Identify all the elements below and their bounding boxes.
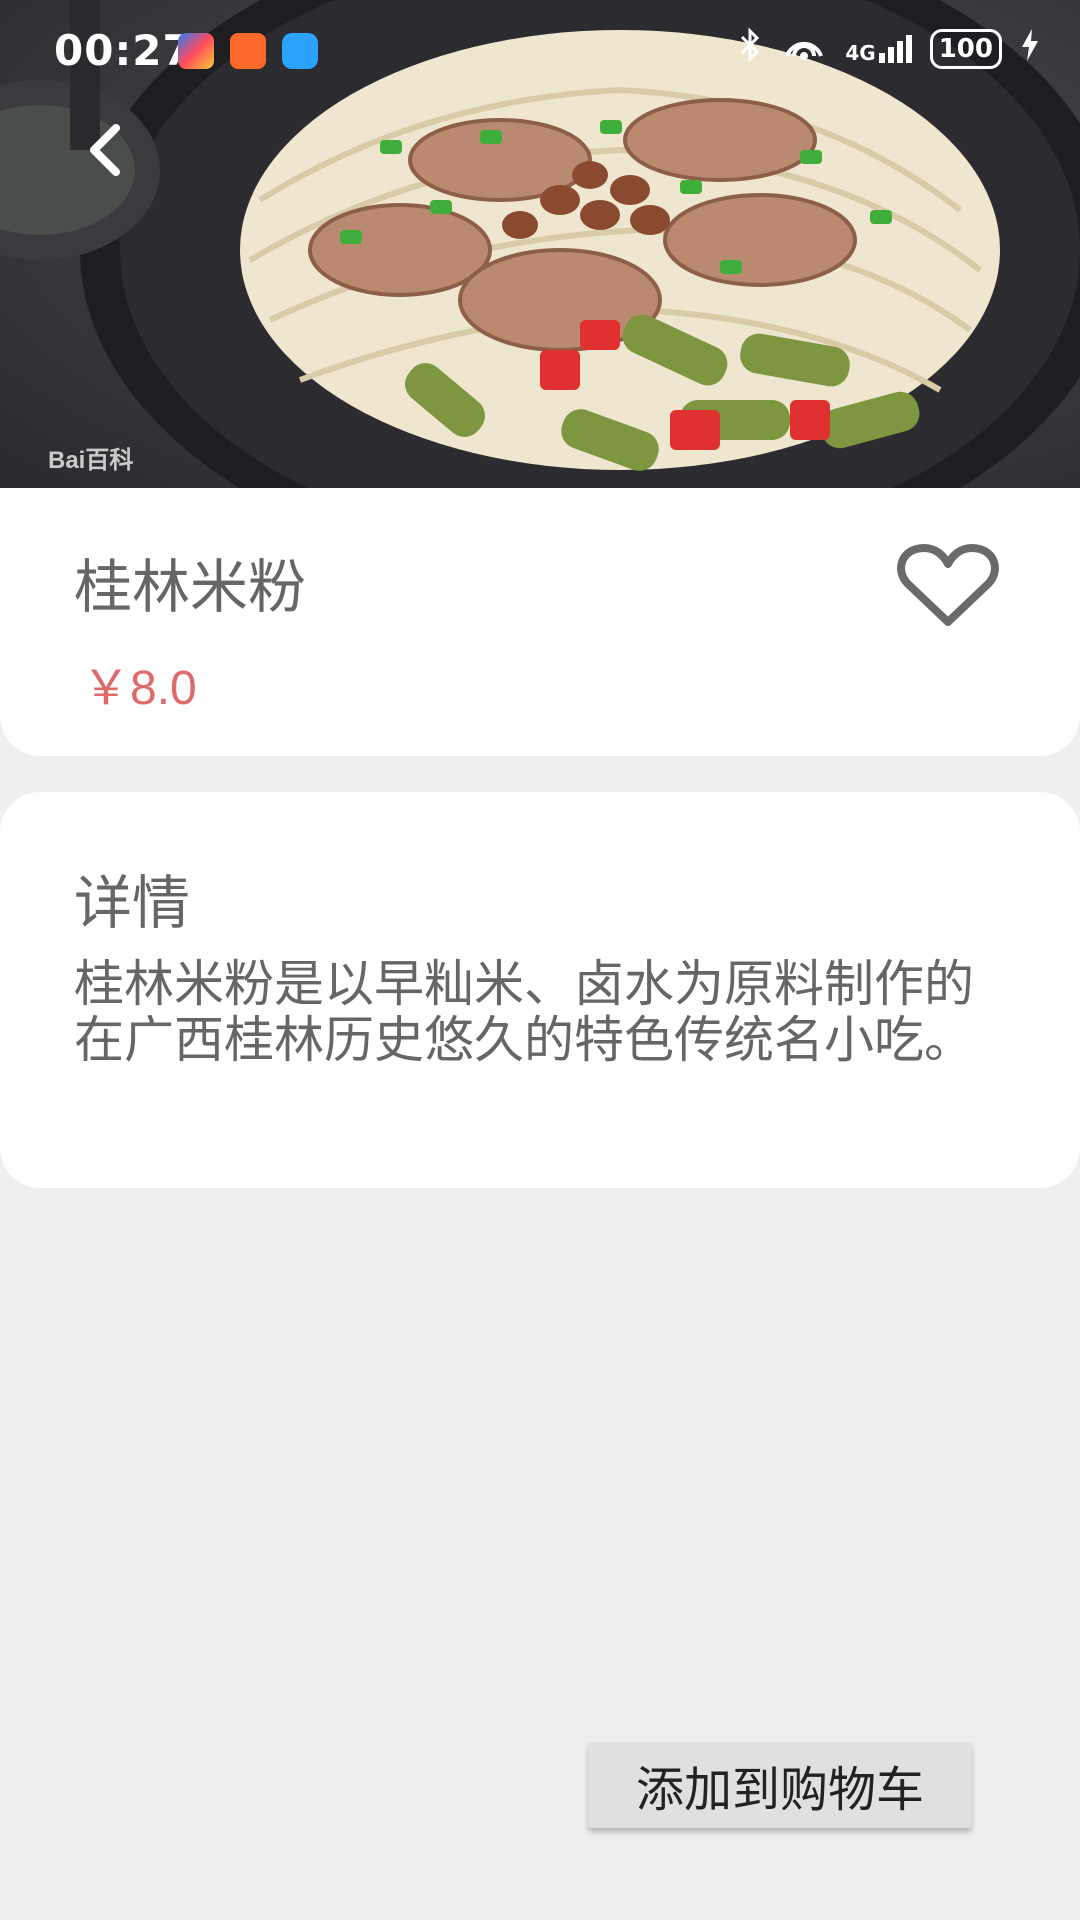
heart-icon bbox=[897, 544, 999, 626]
detail-title: 详情 bbox=[74, 869, 191, 937]
detail-description: 桂林米粉是以早籼米、卤水为原料制作的在广西桂林历史悠久的特色传统名小吃。 bbox=[74, 955, 974, 1069]
charging-icon bbox=[1020, 29, 1040, 68]
back-button[interactable] bbox=[78, 120, 138, 180]
status-bar: 00:27 4G 100 bbox=[0, 0, 1080, 100]
status-time: 00:27 bbox=[54, 26, 193, 75]
hotspot-icon bbox=[781, 28, 827, 69]
battery-indicator: 100 bbox=[929, 28, 1002, 69]
status-indicators: 4G 100 bbox=[737, 27, 1040, 69]
add-to-cart-button[interactable]: 添加到购物车 bbox=[588, 1742, 972, 1828]
bluetooth-icon bbox=[737, 27, 763, 69]
favorite-button[interactable] bbox=[896, 544, 1000, 628]
dish-price: ￥8.0 bbox=[82, 662, 197, 715]
cellular-signal-icon: 4G bbox=[845, 34, 912, 65]
app-notification-icon bbox=[282, 33, 318, 69]
photo-watermark: Bai百科 bbox=[48, 447, 134, 474]
app-notification-icon bbox=[230, 33, 266, 69]
food-detail-screen: Bai百科 00:27 4G 100 桂林米粉 ￥8.0 详情 桂林米粉是以早籼… bbox=[0, 0, 1080, 1920]
network-type-label: 4G bbox=[845, 40, 876, 65]
back-arrow-icon bbox=[90, 124, 120, 176]
dish-name: 桂林米粉 bbox=[74, 553, 307, 621]
app-notification-icon bbox=[178, 33, 214, 69]
